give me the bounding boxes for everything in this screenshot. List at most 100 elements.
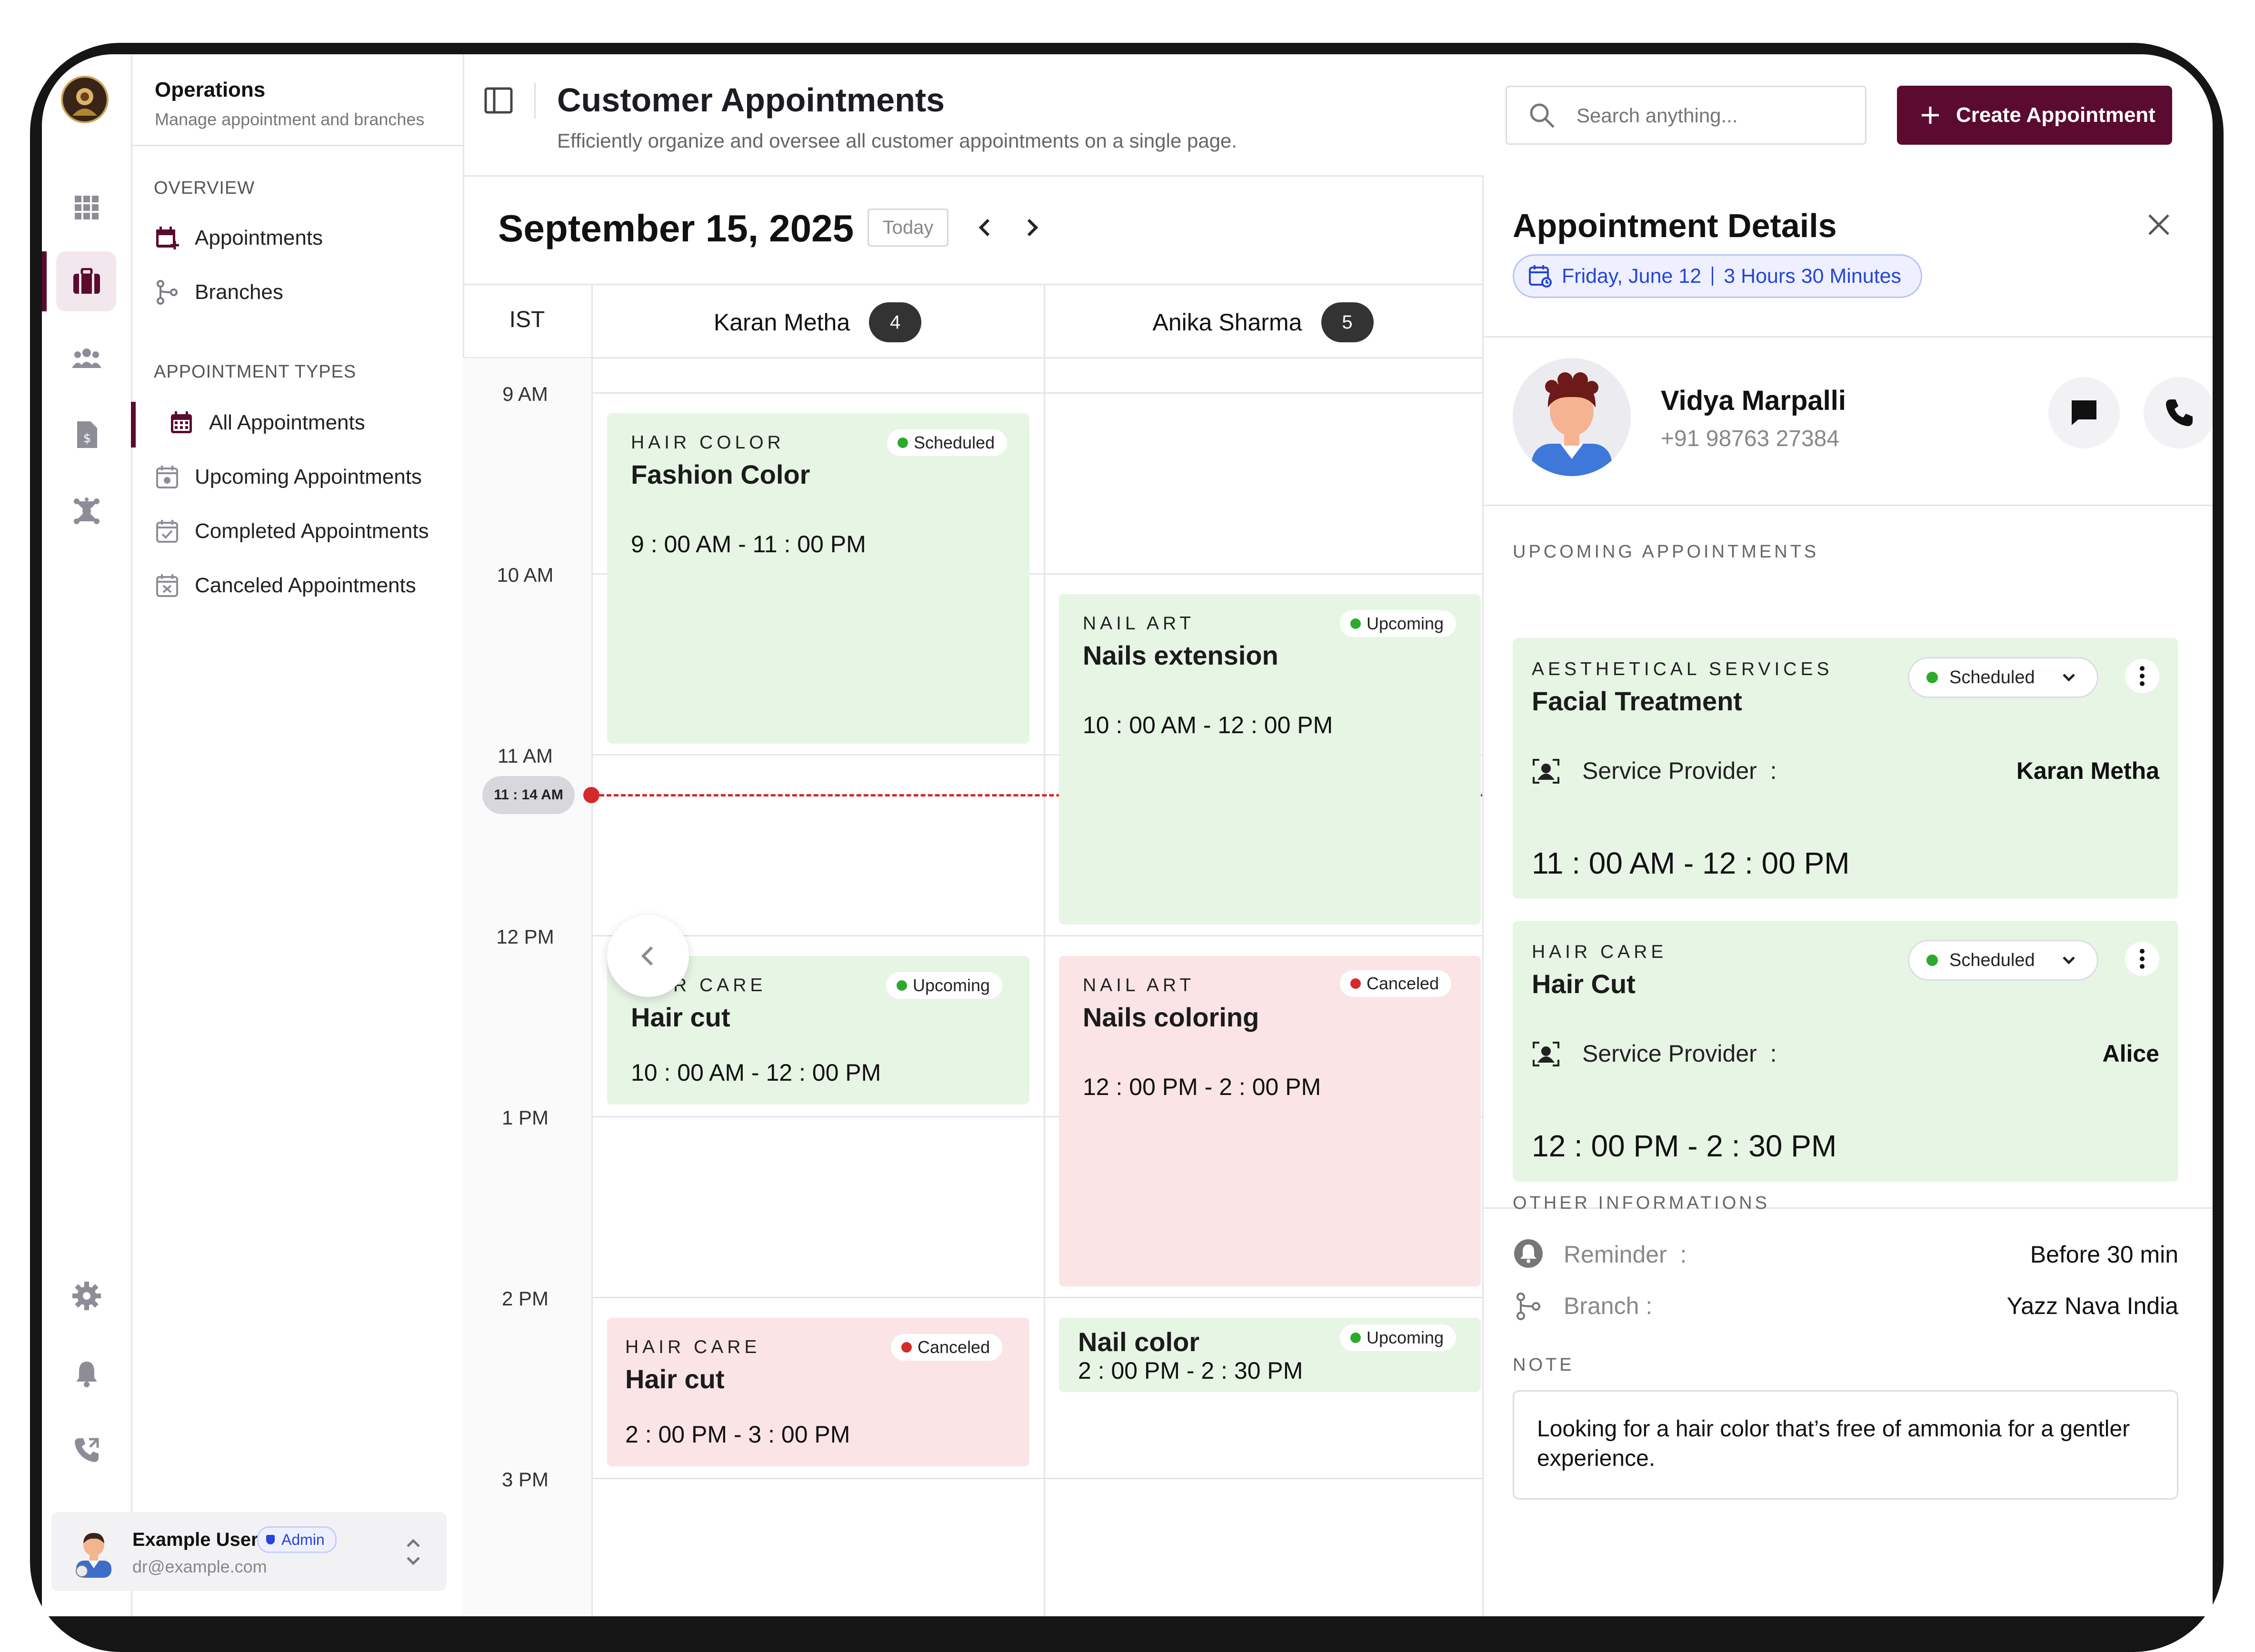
sidebar-toggle-icon[interactable] — [484, 86, 513, 115]
status-badge: Scheduled — [887, 429, 1008, 456]
nav-item-label: Appointments — [195, 226, 323, 249]
appointment-card[interactable]: NAIL ART Upcoming Nails extension 10 : 0… — [1059, 594, 1481, 925]
close-icon[interactable] — [2145, 210, 2173, 239]
call-button[interactable] — [2144, 377, 2213, 448]
branch-icon — [1515, 1292, 1542, 1321]
collapse-panel-button[interactable] — [607, 915, 689, 997]
panel-divider — [1484, 505, 2213, 506]
grid-line — [591, 1478, 1482, 1479]
customer-phone: +91 98763 27384 — [1661, 426, 1840, 451]
nav-item-canceled[interactable]: Canceled Appointments — [154, 572, 416, 599]
appointment-category: NAIL ART — [1083, 613, 1195, 634]
calendar-clock-icon — [154, 464, 180, 490]
other-info-label: OTHER INFORMATIONS — [1513, 1193, 1770, 1213]
page-title: Customer Appointments — [557, 81, 945, 119]
role-badge: Admin — [257, 1526, 337, 1553]
create-appointment-button[interactable]: Create Appointment — [1897, 86, 2172, 145]
avatar — [68, 1525, 120, 1578]
duration-badge-text: 3 Hours 30 Minutes — [1724, 264, 1902, 288]
status-dot — [1350, 1333, 1361, 1343]
hour-label: 10 AM — [497, 564, 554, 586]
nav-item-appointments[interactable]: Appointments — [154, 225, 323, 251]
phone-forward-icon[interactable] — [71, 1435, 102, 1465]
badge-separator — [1712, 267, 1714, 286]
phone-icon — [2164, 398, 2195, 428]
invoice-icon[interactable]: $ — [71, 419, 102, 450]
appointment-time: 10 : 00 AM - 12 : 00 PM — [1083, 712, 1333, 738]
user-card[interactable]: Example User Admin dr@example.com — [51, 1512, 447, 1591]
appointment-card[interactable]: NAIL ART Canceled Nails coloring 12 : 00… — [1059, 956, 1481, 1286]
main-header: Customer Appointments Efficiently organi… — [463, 54, 2213, 177]
appointment-card[interactable]: HAIR COLOR Scheduled Fashion Color 9 : 0… — [607, 413, 1029, 744]
search-input[interactable] — [1576, 100, 1854, 131]
appointment-card[interactable]: HAIR CARE Canceled Hair cut 2 : 00 PM - … — [607, 1318, 1029, 1466]
appointment-time: 10 : 00 AM - 12 : 00 PM — [631, 1059, 881, 1086]
create-appointment-label: Create Appointment — [1956, 103, 2155, 127]
reminder-value: Before 30 min — [2030, 1241, 2178, 1268]
time-gutter — [463, 358, 591, 1616]
service-provider-name: Karan Metha — [2016, 757, 2159, 784]
status-label: Scheduled — [1949, 667, 2035, 687]
status-dropdown[interactable]: Scheduled — [1908, 940, 2098, 981]
chevron-up-down-icon[interactable] — [404, 1533, 423, 1571]
calendar-date: September 15, 2025 — [498, 207, 854, 249]
appointment-service: Hair cut — [625, 1364, 725, 1394]
appointment-time: 12 : 00 PM - 2 : 00 PM — [1083, 1074, 1321, 1100]
kebab-icon[interactable] — [2125, 659, 2159, 693]
customer-avatar — [1513, 358, 1631, 476]
status-dot — [1350, 978, 1361, 989]
provider-column-header: Karan Metha 4 — [591, 288, 1044, 357]
hour-label: 3 PM — [501, 1468, 549, 1491]
briefcase-icon[interactable] — [71, 266, 102, 297]
calendar-x-icon — [154, 572, 180, 599]
active-item-bar — [131, 402, 136, 448]
chevron-left-icon[interactable] — [973, 214, 997, 241]
appointment-time: 2 : 00 PM - 3 : 00 PM — [625, 1421, 850, 1448]
gear-icon[interactable] — [71, 1281, 102, 1311]
sidebar-subtitle: Manage appointment and branches — [155, 109, 425, 129]
status-dropdown[interactable]: Scheduled — [1908, 657, 2098, 698]
calendar-icon — [1528, 264, 1552, 288]
bell-icon[interactable] — [71, 1359, 102, 1389]
users-icon[interactable] — [71, 343, 102, 373]
kebab-icon[interactable] — [2125, 942, 2159, 976]
panel-divider — [1484, 336, 2213, 338]
icon-rail: $ — [42, 54, 132, 1616]
appointment-card[interactable]: Nail color Upcoming 2 : 00 PM - 2 : 30 P… — [1059, 1318, 1481, 1392]
appointment-service: Fashion Color — [631, 459, 810, 489]
nav-item-upcoming[interactable]: Upcoming Appointments — [154, 464, 422, 490]
role-badge-label: Admin — [281, 1531, 325, 1548]
network-icon[interactable] — [71, 496, 102, 527]
plus-icon — [1921, 106, 1940, 125]
search-icon — [1528, 101, 1557, 130]
grid-icon[interactable] — [71, 192, 102, 223]
date-badge-text: Friday, June 12 — [1562, 264, 1702, 288]
status-dot — [1926, 672, 1938, 683]
today-button[interactable]: Today — [868, 209, 948, 247]
rail-active-indicator — [42, 251, 47, 311]
chevron-right-icon[interactable] — [1020, 214, 1044, 241]
nav-item-all-appointments[interactable]: All Appointments — [168, 409, 365, 436]
nav-sidebar: Operations Manage appointment and branch… — [131, 54, 464, 1616]
reminder-label: Reminder : — [1564, 1241, 1687, 1268]
date-duration-badge: Friday, June 12 3 Hours 30 Minutes — [1513, 254, 1922, 298]
status-badge: Upcoming — [1340, 1324, 1457, 1351]
grid-divider — [1044, 284, 1045, 1616]
upcoming-appointment-card[interactable]: HAIR CARE Scheduled Hair Cut Service Pro… — [1513, 921, 2178, 1182]
grid-divider — [591, 284, 593, 1616]
status-dot — [1350, 618, 1361, 629]
appointment-category: HAIR CARE — [1532, 942, 1667, 962]
provider-count-badge: 5 — [1321, 302, 1374, 342]
upcoming-appointment-card[interactable]: AESTHETICAL SERVICES Scheduled Facial Tr… — [1513, 638, 2178, 899]
user-email: dr@example.com — [132, 1557, 267, 1576]
upcoming-section-label: UPCOMING APPOINTMENTS — [1513, 542, 1819, 562]
search-box[interactable] — [1506, 86, 1866, 145]
nav-item-branches[interactable]: Branches — [154, 279, 283, 306]
chevron-down-icon — [2061, 669, 2077, 686]
chat-button[interactable] — [2048, 377, 2120, 448]
provider-icon — [1532, 1040, 1560, 1068]
calendar-plus-icon — [154, 225, 180, 251]
service-provider-name: Alice — [2102, 1040, 2159, 1067]
appointment-types-label: APPOINTMENT TYPES — [154, 362, 357, 382]
nav-item-completed[interactable]: Completed Appointments — [154, 518, 429, 545]
